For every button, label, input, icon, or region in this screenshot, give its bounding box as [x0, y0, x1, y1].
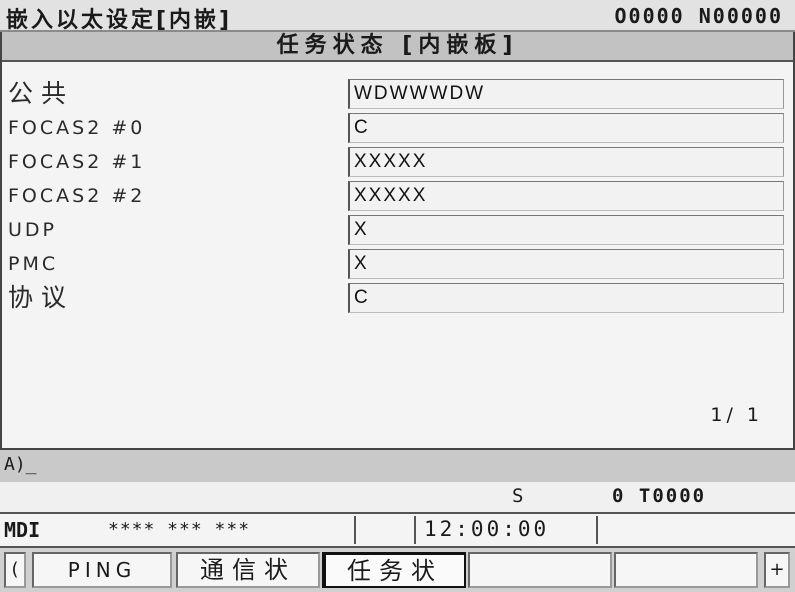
status-row-pmc: PMC X: [2, 247, 793, 281]
tool-number: 0 T0000: [612, 485, 707, 507]
spindle-tool-info: S 0 T0000: [0, 482, 795, 512]
mode-indicator: MDI: [4, 518, 41, 542]
top-title-bar: 嵌入以太设定[内嵌] O0000 N00000: [0, 0, 795, 33]
row-value-field[interactable]: WDWWWDW: [348, 79, 784, 109]
row-value-field[interactable]: C: [348, 283, 784, 313]
status-stars: **** *** ***: [108, 519, 251, 540]
row-label: UDP: [8, 219, 57, 241]
row-label: 协议: [8, 283, 75, 312]
status-row-focas2-2: FOCAS2 #2 XXXXX: [2, 179, 793, 213]
softkey-prev-button[interactable]: (: [4, 552, 26, 588]
row-value-field[interactable]: XXXXX: [348, 181, 784, 211]
status-row-protocol: 协议 C: [2, 281, 793, 315]
softkey-next-button[interactable]: +: [764, 552, 790, 588]
clock: 12:00:00: [424, 517, 550, 541]
row-label: FOCAS2 #2: [8, 185, 146, 207]
softkey-bar: ( PING 通信状 任务状 +: [0, 548, 795, 592]
row-label: FOCAS2 #0: [8, 117, 146, 139]
spindle-label: S: [512, 485, 524, 507]
panel-title: 任务状态 [内嵌板]: [2, 32, 793, 62]
softkey-blank-button[interactable]: [468, 552, 612, 588]
status-bar: MDI **** *** *** 12:00:00: [0, 512, 795, 548]
softkey-ping-button[interactable]: PING: [32, 552, 172, 588]
row-label: PMC: [8, 253, 59, 275]
status-row-focas2-0: FOCAS2 #0 C: [2, 111, 793, 145]
softkey-task-status-button[interactable]: 任务状: [322, 552, 466, 588]
task-status-panel: 任务状态 [内嵌板] 公共 WDWWWDW FOCAS2 #0 C FOCAS2…: [0, 32, 795, 450]
status-row-common: 公共 WDWWWDW: [2, 77, 793, 111]
row-value-field[interactable]: X: [348, 215, 784, 245]
status-row-udp: UDP X: [2, 213, 793, 247]
page-indicator: 1/ 1: [710, 404, 763, 426]
row-label: FOCAS2 #1: [8, 151, 146, 173]
program-number: O0000 N00000: [614, 4, 783, 28]
status-divider: [354, 516, 356, 544]
row-value-field[interactable]: X: [348, 249, 784, 279]
screen-title: 嵌入以太设定[内嵌]: [6, 8, 233, 33]
status-divider: [596, 516, 598, 544]
softkey-blank-button[interactable]: [614, 552, 758, 588]
row-value-field[interactable]: XXXXX: [348, 147, 784, 177]
softkey-comm-status-button[interactable]: 通信状: [176, 552, 320, 588]
input-prompt: A)_: [4, 454, 37, 475]
status-divider: [414, 516, 416, 544]
status-row-focas2-1: FOCAS2 #1 XXXXX: [2, 145, 793, 179]
row-value-field[interactable]: C: [348, 113, 784, 143]
key-input-line[interactable]: A)_: [0, 450, 795, 482]
row-label: 公共: [8, 79, 75, 108]
